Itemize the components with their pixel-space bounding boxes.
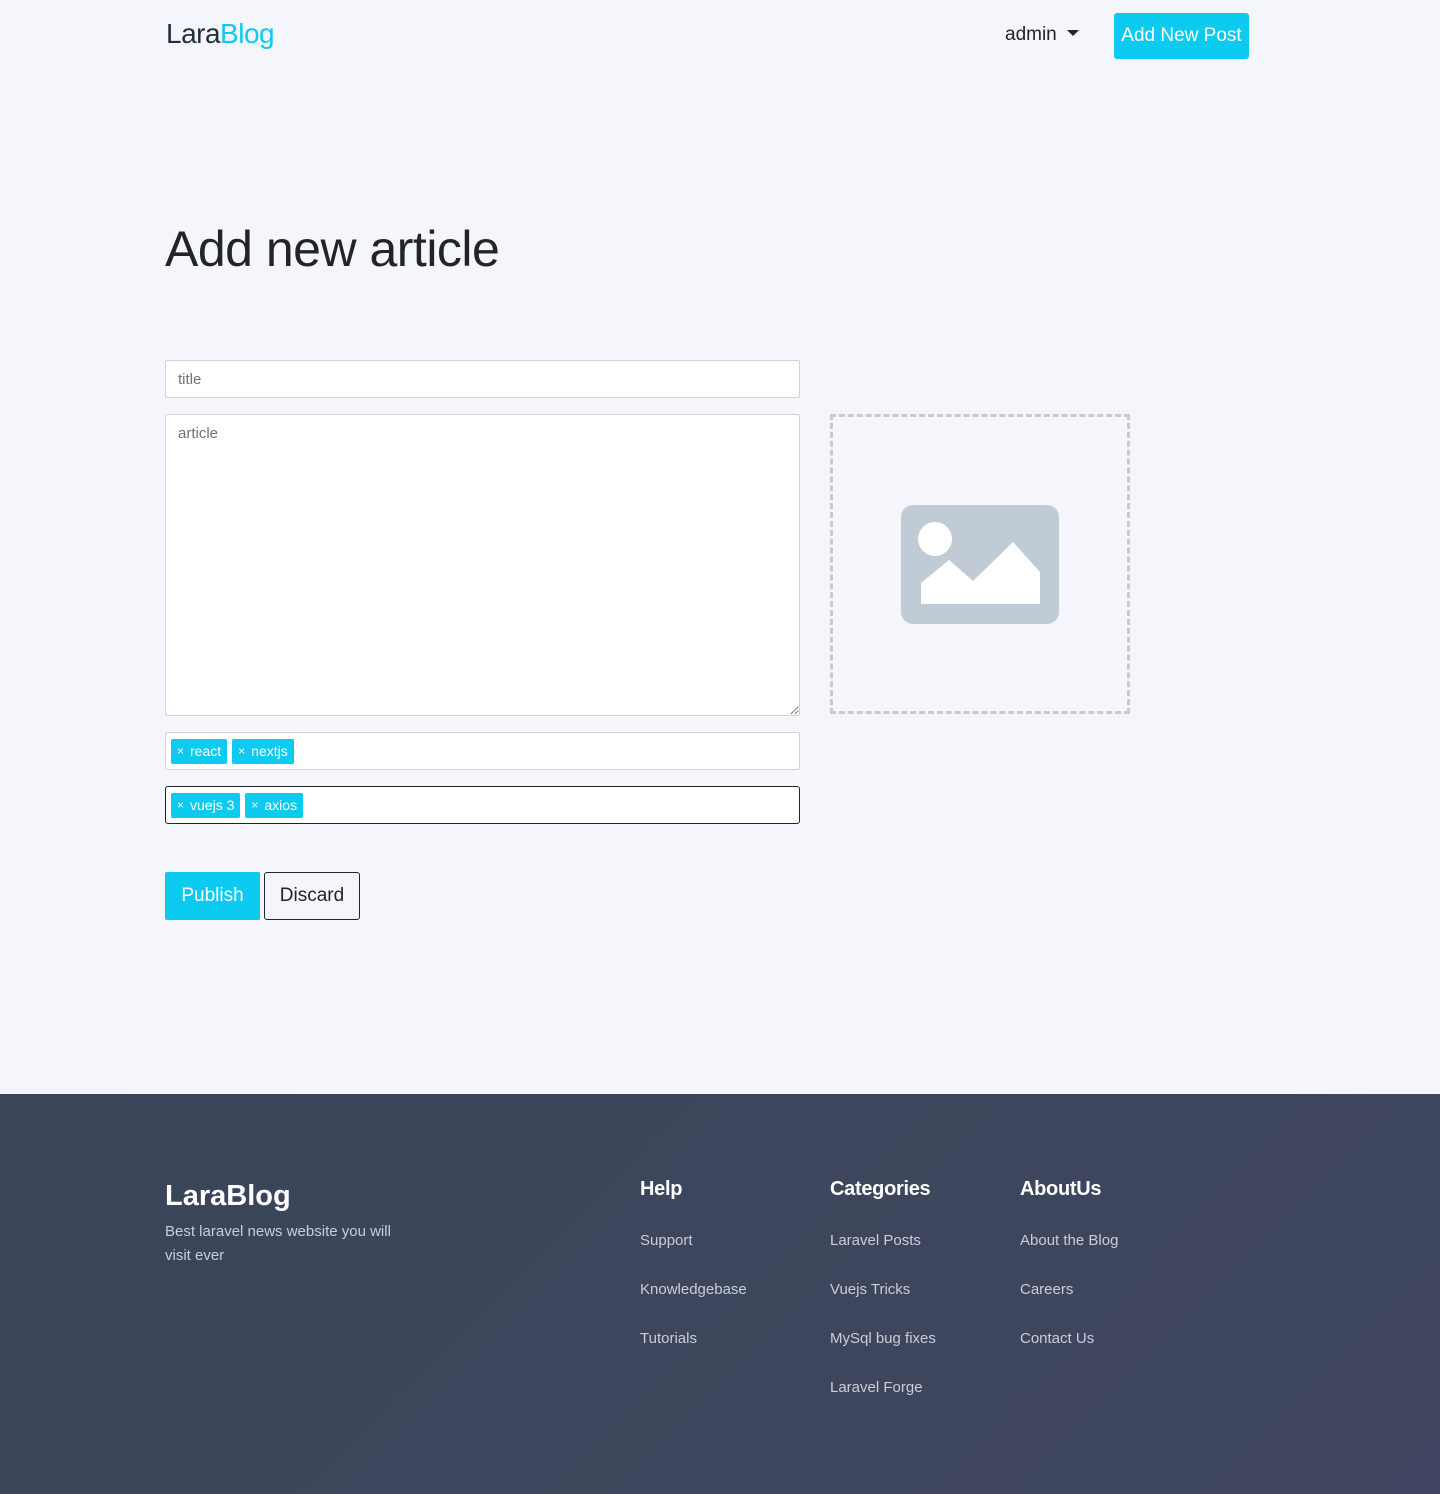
footer-link-support[interactable]: Support: [640, 1231, 747, 1250]
footer-column-help: Help Support Knowledgebase Tutorials: [640, 1178, 747, 1378]
footer-brand: LaraBlog: [165, 1180, 291, 1212]
tags-input-1[interactable]: × react × nextjs: [165, 732, 800, 770]
footer-link-laravel-forge[interactable]: Laravel Forge: [830, 1378, 936, 1397]
tag-label: vuejs 3: [190, 797, 235, 813]
footer-column-categories: Categories Laravel Posts Vuejs Tricks My…: [830, 1178, 936, 1427]
tag-label: nextjs: [251, 743, 288, 759]
brand-text-blog: Blog: [220, 18, 275, 49]
add-new-post-button[interactable]: Add New Post: [1114, 13, 1249, 59]
brand-logo[interactable]: LaraBlog: [166, 18, 275, 50]
footer-heading-about: AboutUs: [1020, 1178, 1102, 1200]
user-dropdown[interactable]: admin: [1005, 24, 1079, 46]
footer-link-knowledgebase[interactable]: Knowledgebase: [640, 1280, 747, 1299]
footer-link-laravel-posts[interactable]: Laravel Posts: [830, 1231, 936, 1250]
footer-heading-help: Help: [640, 1178, 683, 1200]
article-textarea[interactable]: [165, 414, 800, 716]
footer-description: Best laravel news website you will visit…: [165, 1223, 391, 1264]
footer-link-about-blog[interactable]: About the Blog: [1020, 1231, 1118, 1250]
footer-link-contact[interactable]: Contact Us: [1020, 1329, 1118, 1348]
footer-link-careers[interactable]: Careers: [1020, 1280, 1118, 1299]
tag-chip: × nextjs: [232, 738, 294, 764]
caret-down-icon: [1066, 30, 1079, 36]
remove-tag-icon[interactable]: ×: [238, 744, 245, 758]
footer-link-tutorials[interactable]: Tutorials: [640, 1329, 747, 1348]
tag-chip: × vuejs 3: [171, 792, 241, 818]
page-title: Add new article: [165, 221, 500, 277]
tag-chip: × react: [171, 738, 228, 764]
remove-tag-icon[interactable]: ×: [177, 744, 184, 758]
navbar: LaraBlog admin Add New Post: [0, 0, 1440, 72]
brand-text-lara: Lara: [166, 18, 221, 49]
image-upload-dropzone[interactable]: [830, 414, 1130, 714]
footer: LaraBlog Best laravel news website you w…: [0, 1094, 1440, 1494]
title-input[interactable]: [165, 360, 800, 398]
footer-heading-categories: Categories: [830, 1178, 931, 1200]
user-name: admin: [1005, 24, 1057, 45]
footer-link-mysql-bug-fixes[interactable]: MySql bug fixes: [830, 1329, 936, 1348]
publish-button[interactable]: Publish: [165, 872, 260, 920]
footer-column-about: AboutUs About the Blog Careers Contact U…: [1020, 1178, 1118, 1378]
remove-tag-icon[interactable]: ×: [251, 798, 258, 812]
footer-link-vuejs-tricks[interactable]: Vuejs Tricks: [830, 1280, 936, 1299]
remove-tag-icon[interactable]: ×: [177, 798, 184, 812]
tag-chip: × axios: [245, 792, 304, 818]
tag-label: react: [190, 743, 222, 759]
discard-button[interactable]: Discard: [264, 872, 360, 920]
image-icon: [901, 505, 1059, 624]
tags-input-2[interactable]: × vuejs 3 × axios: [165, 786, 800, 824]
tag-label: axios: [264, 797, 298, 813]
